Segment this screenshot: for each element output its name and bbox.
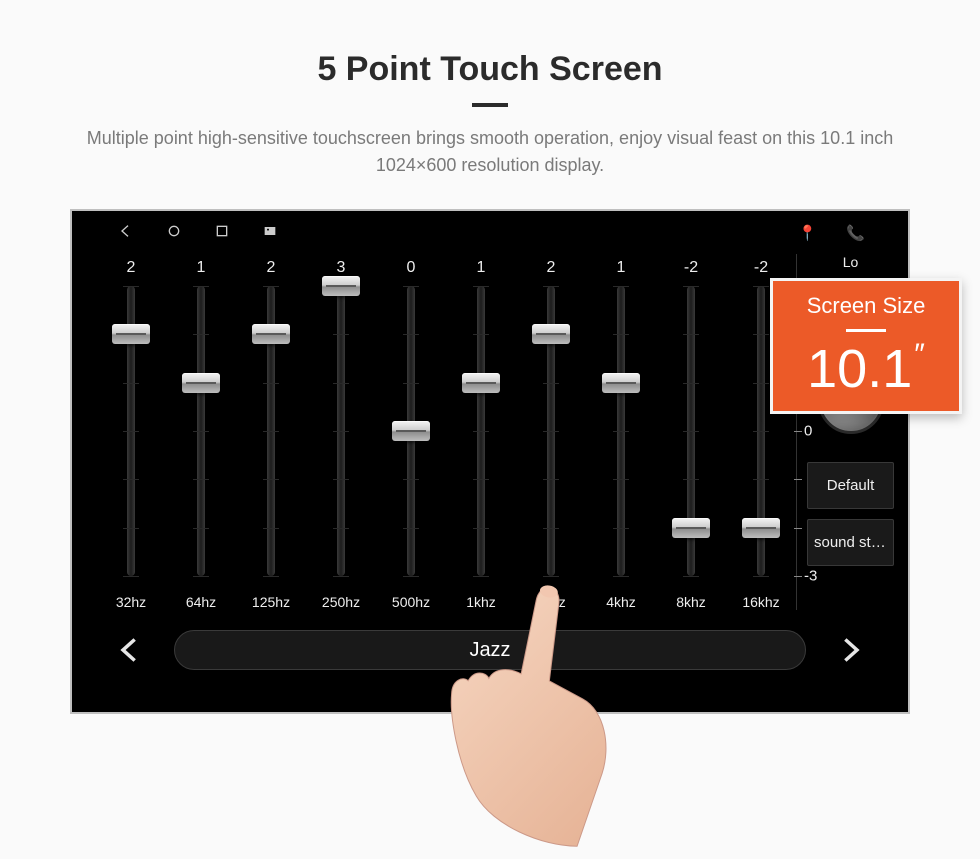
eq-slider-value: 2 bbox=[127, 254, 136, 282]
eq-slider-track[interactable] bbox=[197, 286, 205, 576]
eq-slider-250hz[interactable]: 3250hz bbox=[316, 254, 366, 610]
eq-slider-knob[interactable] bbox=[742, 518, 780, 538]
gallery-icon[interactable] bbox=[262, 223, 278, 244]
eq-slider-freq-label: 32hz bbox=[116, 594, 146, 610]
equalizer-sliders: 2 32hz 1 64hz 2 125hz 3250hz 0 500hz 1 1khz 2 2khz 1 4… bbox=[106, 254, 786, 610]
badge-label: Screen Size bbox=[773, 293, 959, 319]
eq-slider-track[interactable] bbox=[617, 286, 625, 576]
eq-slider-track[interactable] bbox=[407, 286, 415, 576]
eq-slider-track[interactable] bbox=[127, 286, 135, 576]
eq-slider-freq-label: 500hz bbox=[392, 594, 430, 610]
eq-slider-value: 2 bbox=[547, 254, 556, 282]
eq-slider-value: -2 bbox=[754, 254, 768, 282]
eq-slider-track[interactable] bbox=[477, 286, 485, 576]
eq-slider-knob[interactable] bbox=[182, 373, 220, 393]
location-icon[interactable]: 📍 bbox=[798, 226, 814, 242]
eq-slider-value: 2 bbox=[267, 254, 276, 282]
eq-slider-freq-label: 2khz bbox=[536, 594, 566, 610]
eq-slider-knob[interactable] bbox=[532, 324, 570, 344]
preset-next-button[interactable] bbox=[832, 632, 868, 668]
preset-row: Jazz bbox=[72, 620, 908, 684]
eq-slider-value: -2 bbox=[684, 254, 698, 282]
eq-slider-freq-label: 64hz bbox=[186, 594, 216, 610]
badge-unit: ″ bbox=[914, 338, 925, 371]
page-subtitle: Multiple point high-sensitive touchscree… bbox=[60, 125, 920, 179]
eq-slider-64hz[interactable]: 1 64hz bbox=[176, 254, 226, 610]
eq-slider-knob[interactable] bbox=[672, 518, 710, 538]
axis-label: -3 bbox=[804, 568, 817, 585]
sound-stage-button[interactable]: sound sta... bbox=[807, 519, 894, 566]
eq-slider-32hz[interactable]: 2 32hz bbox=[106, 254, 156, 610]
eq-slider-track[interactable] bbox=[337, 286, 345, 576]
eq-slider-value: 1 bbox=[197, 254, 206, 282]
eq-slider-500hz[interactable]: 0 500hz bbox=[386, 254, 436, 610]
preset-name-button[interactable]: Jazz bbox=[174, 630, 806, 670]
preset-prev-button[interactable] bbox=[112, 632, 148, 668]
eq-slider-knob[interactable] bbox=[252, 324, 290, 344]
eq-slider-knob[interactable] bbox=[112, 324, 150, 344]
eq-slider-knob[interactable] bbox=[462, 373, 500, 393]
android-nav-bar: 📍 📞 bbox=[72, 211, 908, 250]
screen-size-badge: Screen Size 10.1″ bbox=[770, 278, 962, 414]
page-title: 5 Point Touch Screen bbox=[0, 50, 980, 89]
eq-slider-knob[interactable] bbox=[322, 276, 360, 296]
recent-icon[interactable] bbox=[214, 223, 230, 244]
eq-slider-2khz[interactable]: 2 2khz bbox=[526, 254, 576, 610]
eq-slider-track[interactable] bbox=[547, 286, 555, 576]
eq-slider-value: 1 bbox=[617, 254, 626, 282]
title-underline bbox=[472, 103, 508, 107]
eq-slider-4khz[interactable]: 1 4khz bbox=[596, 254, 646, 610]
eq-slider-freq-label: 4khz bbox=[606, 594, 636, 610]
badge-value: 10.1 bbox=[807, 338, 912, 400]
eq-slider-freq-label: 125hz bbox=[252, 594, 290, 610]
eq-slider-knob[interactable] bbox=[602, 373, 640, 393]
eq-slider-freq-label: 16khz bbox=[742, 594, 779, 610]
eq-slider-freq-label: 8khz bbox=[676, 594, 706, 610]
side-panel-title: Lo bbox=[805, 254, 896, 270]
default-button[interactable]: Default bbox=[807, 462, 894, 509]
eq-slider-track[interactable] bbox=[757, 286, 765, 576]
home-icon[interactable] bbox=[166, 223, 182, 244]
eq-slider-knob[interactable] bbox=[392, 421, 430, 441]
eq-slider-track[interactable] bbox=[687, 286, 695, 576]
eq-slider-freq-label: 1khz bbox=[466, 594, 496, 610]
eq-slider-track[interactable] bbox=[267, 286, 275, 576]
eq-slider-value: 0 bbox=[407, 254, 416, 282]
axis-label: 0 bbox=[804, 423, 812, 440]
eq-slider-125hz[interactable]: 2 125hz bbox=[246, 254, 296, 610]
eq-slider-1khz[interactable]: 1 1khz bbox=[456, 254, 506, 610]
eq-slider-value: 1 bbox=[477, 254, 486, 282]
back-icon[interactable] bbox=[118, 223, 134, 244]
eq-slider-8khz[interactable]: -2 8khz bbox=[666, 254, 716, 610]
eq-slider-freq-label: 250hz bbox=[322, 594, 360, 610]
badge-divider bbox=[846, 329, 886, 332]
phone-icon[interactable]: 📞 bbox=[846, 226, 862, 242]
